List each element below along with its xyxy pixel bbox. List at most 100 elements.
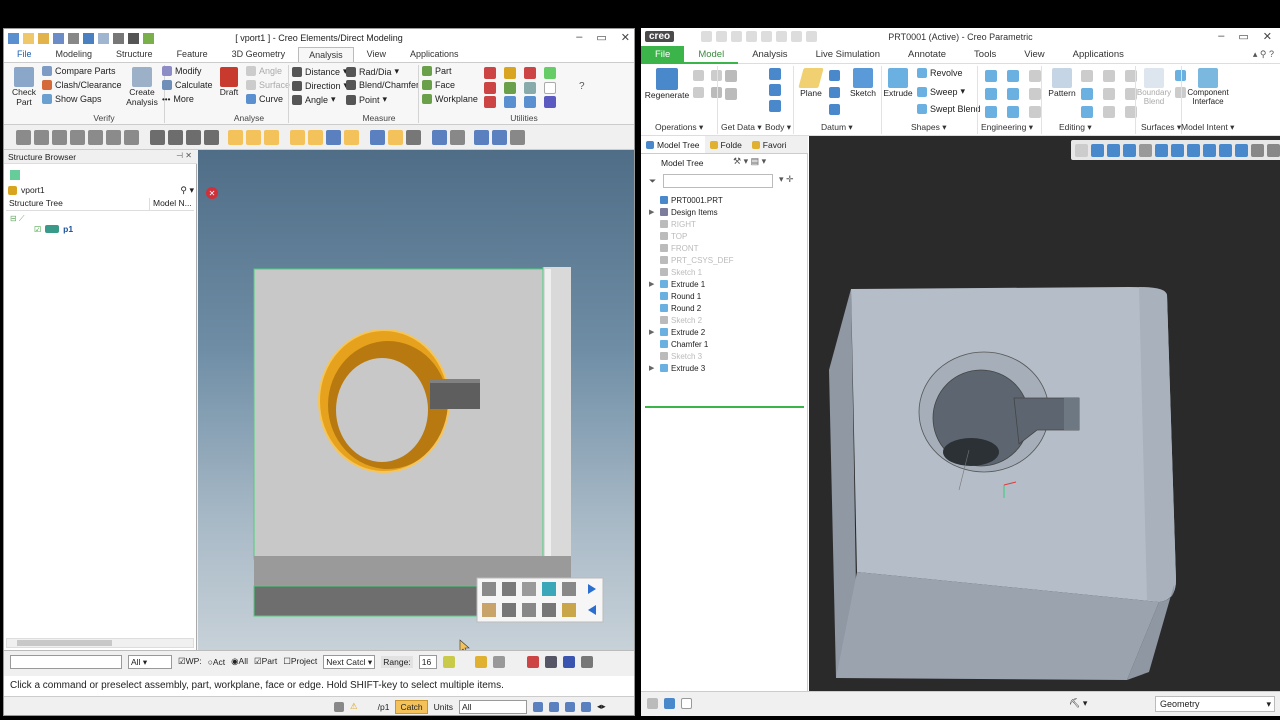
tab-structure[interactable]: Structure (105, 46, 164, 62)
body-icon[interactable] (769, 84, 781, 96)
tab-view[interactable]: View (1010, 46, 1058, 64)
compare-parts-button[interactable]: Compare Parts (42, 66, 116, 76)
command-input[interactable] (10, 654, 122, 669)
tab-analysis[interactable]: Analysis (738, 46, 801, 64)
close-icon[interactable]: ✕ (1263, 30, 1272, 43)
paste-special-icon[interactable] (693, 87, 704, 98)
tab-annotate[interactable]: Annotate (894, 46, 960, 64)
fullscreen-icon[interactable] (681, 698, 692, 709)
view-right-icon[interactable] (70, 130, 85, 145)
body-group[interactable]: Body ▾ (765, 122, 791, 133)
tree-item[interactable]: TOP (649, 230, 687, 242)
extrude-button[interactable]: Extrude (883, 68, 913, 98)
pin-close-icons[interactable]: ⊣ ✕ (176, 151, 192, 160)
mini-icon[interactable] (482, 603, 496, 617)
part-utility-button[interactable]: Part (422, 66, 452, 76)
engineering-group[interactable]: Engineering ▾ (981, 122, 1033, 133)
filter-icon[interactable]: ⏷ (649, 176, 656, 187)
utility-icon[interactable] (544, 67, 556, 79)
tree-item[interactable]: ▶ Extrude 1 (649, 278, 705, 290)
checkbox-checked-icon[interactable]: ☑ (34, 225, 41, 234)
utility-icon[interactable] (544, 81, 556, 94)
tab-applications[interactable]: Applications (399, 46, 470, 62)
tree-item[interactable]: Round 2 (649, 302, 701, 314)
sweep-button[interactable]: Sweep ▾ (917, 86, 965, 97)
view-back-icon[interactable] (88, 130, 103, 145)
warning-icon[interactable]: ⚠ (350, 701, 358, 712)
tree-item[interactable]: FRONT (649, 242, 699, 254)
tree-settings-icon[interactable]: ⚒ ▾ ▤ ▾ (733, 156, 766, 167)
mini-icon[interactable] (542, 603, 556, 617)
distance-button[interactable]: Distance▾ (292, 66, 348, 77)
utility-icon[interactable] (544, 96, 556, 109)
part-checkbox[interactable]: ☑Part (254, 656, 277, 667)
units-dropdown[interactable]: All (459, 699, 528, 714)
spin-center-icon[interactable] (1219, 143, 1232, 157)
utility-icon[interactable] (504, 81, 516, 94)
operations-group[interactable]: Operations ▾ (655, 122, 703, 133)
scroll-thumb[interactable] (17, 640, 112, 646)
axis-icon[interactable] (168, 130, 183, 145)
body-icon[interactable] (769, 68, 781, 80)
dynamic-tool-icon[interactable] (580, 655, 593, 668)
expand-arrow-icon[interactable]: ▶ (649, 364, 657, 372)
left-viewport[interactable]: ✕ (198, 150, 634, 650)
rad-dia-button[interactable]: Rad/Dia ▾ (346, 66, 399, 77)
utility-icon[interactable] (524, 67, 536, 79)
view-icon[interactable] (581, 701, 592, 712)
tab-folder-browser[interactable]: Folde (705, 136, 747, 153)
all-radio[interactable]: ◉All (231, 656, 248, 667)
tree-item[interactable]: Sketch 3 (649, 350, 702, 362)
workplane-button[interactable]: Workplane (422, 94, 478, 104)
mini-icon[interactable] (542, 582, 556, 596)
pattern-button[interactable]: Pattern (1045, 68, 1079, 98)
highlight-icon[interactable] (246, 130, 261, 145)
view-icon[interactable] (533, 701, 544, 712)
expand-arrow-icon[interactable]: ▶ (649, 208, 657, 216)
body-icon[interactable] (769, 100, 781, 112)
utility-icon[interactable] (524, 81, 536, 94)
datum-display-icon[interactable] (1203, 143, 1216, 157)
get-data-group[interactable]: Get Data ▾ (721, 122, 762, 133)
edit-icon[interactable] (1103, 88, 1115, 100)
render-icon[interactable] (406, 130, 421, 145)
tree-filter-icon[interactable] (10, 170, 20, 180)
editing-group[interactable]: Editing ▾ (1059, 122, 1092, 133)
select-filter-dropdown[interactable]: All ▾ (128, 654, 172, 669)
hole-icon[interactable] (985, 70, 997, 82)
copy-icon[interactable] (693, 70, 704, 81)
view-bottom-icon[interactable] (106, 130, 121, 145)
revolve-button[interactable]: Revolve (917, 68, 963, 78)
draft-button[interactable]: Draft (216, 67, 242, 97)
plane-button[interactable]: Plane (797, 68, 825, 98)
help-search-icons[interactable]: ▴ ⚲ ? (1253, 49, 1280, 60)
edit-icon[interactable] (1081, 70, 1093, 82)
saved-views-icon[interactable] (1155, 143, 1168, 157)
wp-icon[interactable] (334, 701, 344, 712)
angle-analyse-button[interactable]: Angle (246, 66, 282, 76)
axis-icon[interactable] (186, 130, 201, 145)
select-pointer-icon[interactable] (474, 655, 487, 668)
select-box-icon[interactable] (492, 655, 505, 668)
tree-item-p1[interactable]: ☑ p1 (34, 224, 73, 234)
move-tool-icon[interactable] (544, 655, 557, 668)
mini-icon[interactable] (562, 603, 576, 617)
perspective-icon[interactable] (1187, 143, 1200, 157)
point-icon[interactable] (829, 87, 840, 98)
csys-icon[interactable] (829, 104, 840, 115)
utility-icon[interactable] (484, 96, 496, 109)
point-button[interactable]: Point ▾ (346, 94, 387, 105)
units-label[interactable]: Units (434, 702, 453, 712)
sketch-button[interactable]: Sketch (849, 68, 877, 98)
axis-icon[interactable] (829, 70, 840, 81)
bulb-icon[interactable] (442, 655, 455, 668)
view-front-icon[interactable] (34, 130, 49, 145)
catch-button[interactable]: Catch (395, 699, 428, 714)
expand-arrow-icon[interactable]: ▶ (649, 280, 657, 288)
tree-item[interactable]: ▶ Extrude 2 (649, 326, 705, 338)
tree-item[interactable]: Sketch 1 (649, 266, 702, 278)
zoom-icon[interactable] (450, 130, 465, 145)
tab-live-simulation[interactable]: Live Simulation (802, 46, 894, 64)
draft-icon[interactable] (1029, 70, 1041, 82)
zoom-out-icon[interactable] (1107, 143, 1120, 157)
